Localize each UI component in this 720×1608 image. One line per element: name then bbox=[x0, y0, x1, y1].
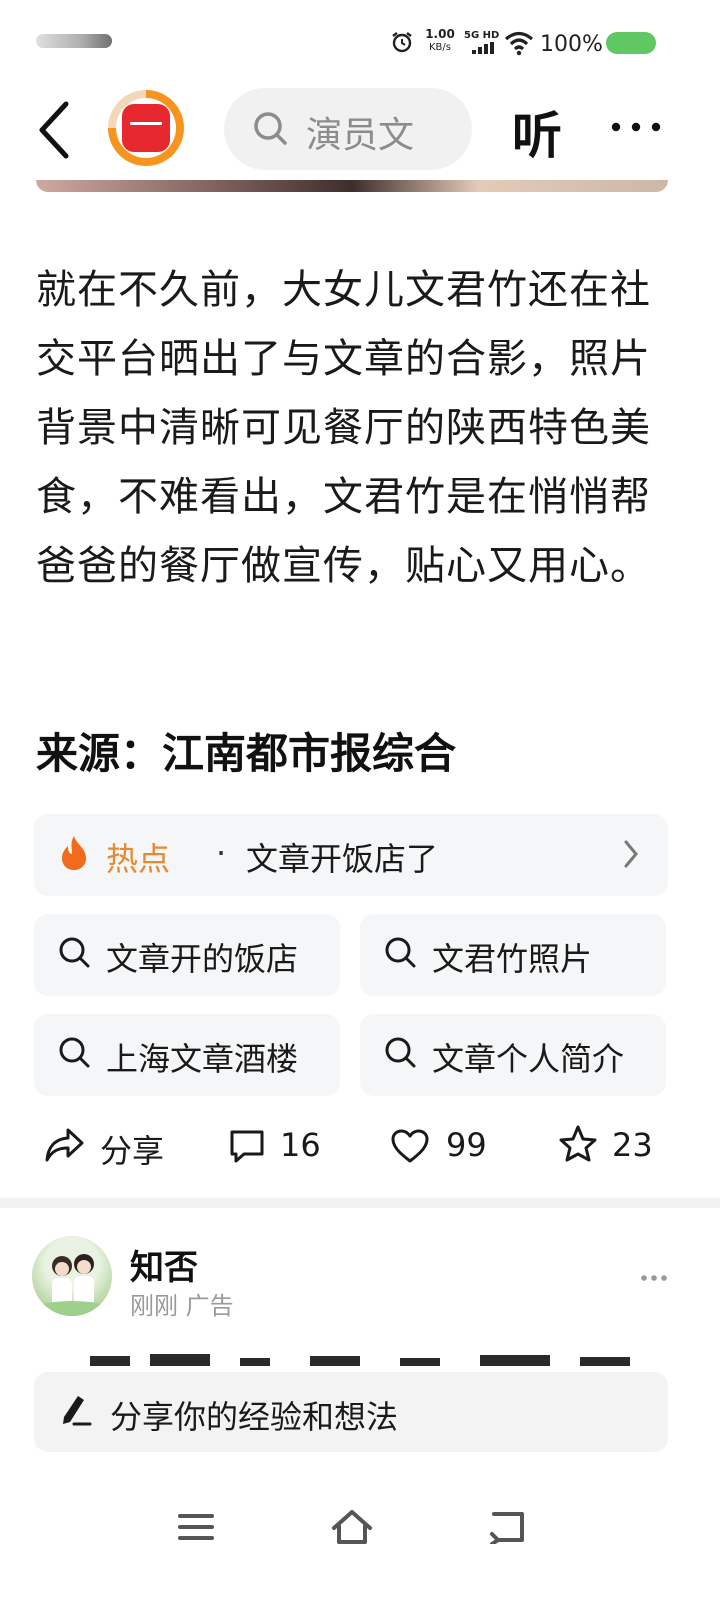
network-speed: 1.00 KB/s bbox=[420, 28, 460, 54]
back-arrow-icon[interactable] bbox=[34, 98, 78, 162]
cover-image-edge bbox=[36, 180, 668, 192]
search-icon bbox=[385, 1037, 416, 1068]
related-search-label: 上海文章酒楼 bbox=[106, 1040, 299, 1078]
network-speed-unit: KB/s bbox=[429, 42, 451, 53]
more-options-icon[interactable] bbox=[640, 1274, 668, 1282]
hot-topic-card[interactable]: 热点 · 文章开饭店了 bbox=[34, 814, 668, 896]
hot-topic-separator: · bbox=[216, 834, 227, 872]
article-paragraph: 就在不久前，大女儿文君竹还在社交平台晒出了与文章的合影，照片背景中清晰可见餐厅的… bbox=[36, 267, 651, 589]
related-search-chip[interactable]: 文君竹照片 bbox=[360, 914, 666, 996]
search-icon bbox=[59, 937, 90, 968]
favorite-count: 23 bbox=[612, 1126, 653, 1164]
section-divider bbox=[0, 1198, 720, 1208]
signal-bars-icon bbox=[472, 42, 494, 54]
listen-button[interactable]: 听 bbox=[512, 96, 562, 168]
search-icon bbox=[385, 937, 416, 968]
network-type: 5G HD bbox=[464, 30, 500, 41]
article-source: 来源：江南都市报综合 bbox=[36, 729, 457, 778]
carrier-name-blurred bbox=[36, 34, 112, 48]
chevron-right-icon bbox=[624, 840, 638, 868]
clipped-ad-text bbox=[90, 1354, 630, 1366]
share-label: 分享 bbox=[100, 1132, 165, 1170]
hot-topic-title: 文章开饭店了 bbox=[246, 840, 439, 878]
battery-percent: 100% bbox=[540, 32, 603, 57]
comment-input[interactable]: 分享你的经验和想法 bbox=[34, 1372, 668, 1452]
related-search-chip[interactable]: 上海文章酒楼 bbox=[34, 1014, 340, 1096]
ad-time: 刚刚 bbox=[130, 1292, 178, 1320]
related-search-label: 文章开的饭店 bbox=[106, 940, 299, 978]
search-placeholder: 演员文 bbox=[306, 115, 415, 156]
related-search-label: 文章个人简介 bbox=[432, 1040, 625, 1078]
status-bar: 1.00 KB/s 5G HD 100% bbox=[0, 0, 720, 80]
more-options-icon[interactable] bbox=[610, 120, 662, 134]
search-icon bbox=[59, 1037, 90, 1068]
comment-count: 16 bbox=[280, 1126, 321, 1164]
related-search-label: 文君竹照片 bbox=[432, 940, 593, 978]
app-logo[interactable] bbox=[108, 90, 184, 166]
heart-icon bbox=[391, 1129, 429, 1163]
ad-tag: 广告 bbox=[185, 1292, 234, 1320]
comment-placeholder: 分享你的经验和想法 bbox=[110, 1398, 399, 1436]
like-count: 99 bbox=[446, 1126, 487, 1164]
back-nav-icon[interactable] bbox=[488, 1510, 528, 1544]
comment-icon bbox=[230, 1130, 264, 1163]
system-navigation-bar bbox=[0, 1490, 720, 1570]
share-button[interactable]: 分享 bbox=[44, 1120, 184, 1170]
alarm-clock-icon bbox=[392, 32, 412, 53]
like-button[interactable]: 99 bbox=[390, 1120, 510, 1170]
related-search-chip[interactable]: 文章个人简介 bbox=[360, 1014, 666, 1096]
pen-icon bbox=[63, 1396, 92, 1426]
red-envelope-icon bbox=[122, 104, 170, 152]
related-search-chip[interactable]: 文章开的饭店 bbox=[34, 914, 340, 996]
search-icon bbox=[254, 112, 287, 145]
share-icon bbox=[45, 1128, 84, 1162]
wifi-icon bbox=[504, 31, 534, 56]
avatar-illustration bbox=[32, 1254, 112, 1316]
star-icon bbox=[559, 1125, 597, 1162]
hot-topic-label: 热点 bbox=[106, 840, 171, 878]
comment-button[interactable]: 16 bbox=[228, 1120, 348, 1170]
home-icon[interactable] bbox=[330, 1506, 374, 1546]
flame-icon bbox=[62, 836, 86, 870]
ad-author-name[interactable]: 知否 bbox=[130, 1240, 198, 1289]
network-speed-value: 1.00 bbox=[425, 27, 455, 41]
menu-icon[interactable] bbox=[178, 1512, 214, 1542]
avatar[interactable] bbox=[32, 1236, 112, 1316]
favorite-button[interactable]: 23 bbox=[558, 1120, 658, 1170]
battery-icon bbox=[606, 32, 656, 54]
search-box[interactable]: 演员文 bbox=[224, 88, 472, 170]
ad-meta: 刚刚 广告 bbox=[130, 1286, 234, 1321]
